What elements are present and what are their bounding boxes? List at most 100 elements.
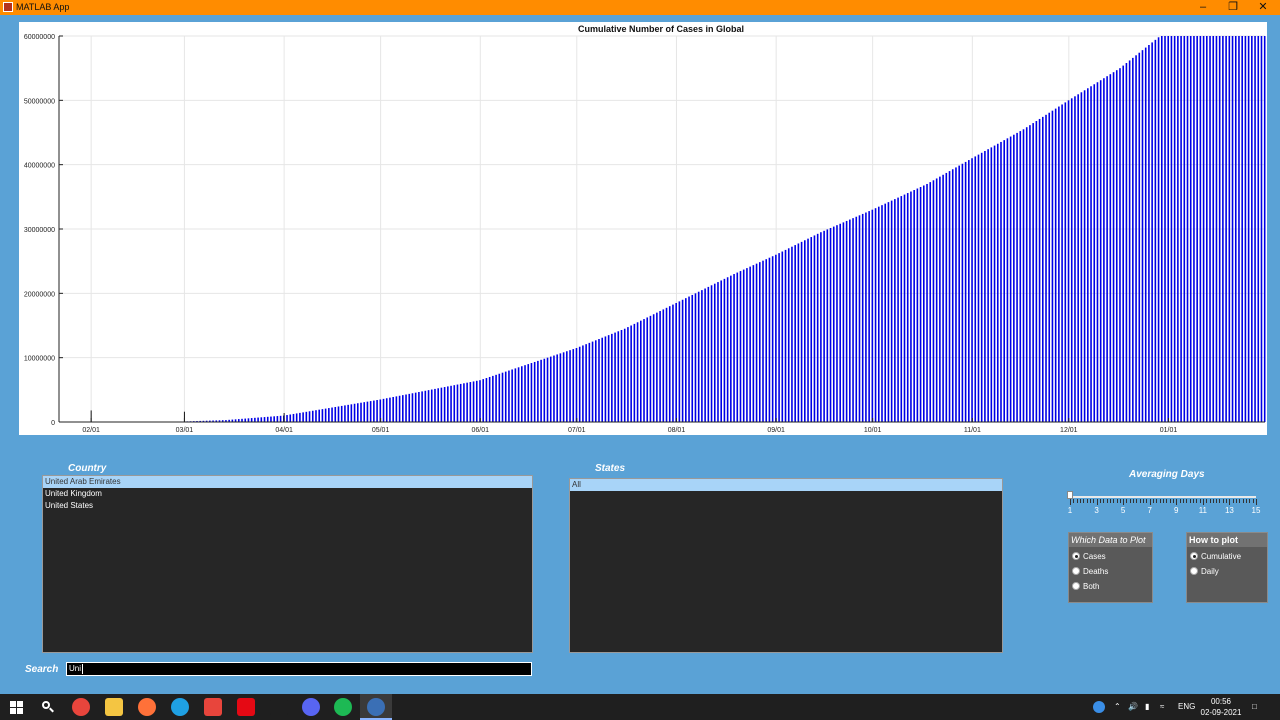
- radio-button[interactable]: [1190, 566, 1198, 575]
- which-data-option-cases[interactable]: Cases: [1069, 549, 1152, 564]
- chart-bar: [1202, 36, 1205, 422]
- slider-tick-label: 5: [1120, 506, 1126, 515]
- app-icon[interactable]: [204, 698, 222, 716]
- chart-bar: [594, 340, 597, 422]
- slider-thumb[interactable]: [1067, 491, 1073, 499]
- chart-bar: [688, 296, 690, 422]
- chart-bar: [781, 251, 784, 422]
- chart-bar: [356, 403, 359, 422]
- chart-bar: [434, 388, 436, 422]
- how-to-plot-title: How to plot: [1187, 533, 1267, 547]
- chart-bar: [643, 319, 645, 422]
- chart-bar: [733, 274, 735, 422]
- slider-tick: [1079, 499, 1081, 503]
- radio-button[interactable]: [1072, 581, 1080, 590]
- chart-bar: [948, 171, 951, 422]
- chart-bar: [389, 397, 391, 422]
- how-to-plot-option-daily[interactable]: Daily: [1187, 564, 1267, 579]
- chart-bar: [810, 237, 813, 422]
- chart-bar: [971, 158, 973, 422]
- firefox-icon[interactable]: [138, 698, 156, 716]
- radio-button[interactable]: [1190, 551, 1198, 560]
- chart-bar: [1077, 94, 1079, 422]
- radio-button[interactable]: [1072, 566, 1080, 575]
- country-list-item[interactable]: United States: [43, 500, 532, 512]
- country-list-item[interactable]: United Kingdom: [43, 488, 532, 500]
- clock[interactable]: 00:56 02-09-2021: [1200, 696, 1242, 718]
- radio-button[interactable]: [1072, 551, 1080, 560]
- chart-bar: [1183, 36, 1186, 422]
- language-indicator[interactable]: ENG: [1178, 694, 1195, 720]
- slider-tick: [1186, 499, 1188, 503]
- how-to-plot-option-cumulative[interactable]: Cumulative: [1187, 549, 1267, 564]
- windows-start-icon[interactable]: [8, 698, 26, 716]
- prime-video-icon[interactable]: [270, 698, 288, 716]
- wifi-icon[interactable]: ≈: [1160, 694, 1164, 720]
- slider-tick: [1189, 499, 1191, 503]
- chart-bar: [1054, 108, 1057, 422]
- averaging-days-slider[interactable]: 1 3 5 7 9 11 13 15: [1064, 486, 1264, 518]
- chart-bar: [861, 213, 864, 422]
- file-explorer-icon[interactable]: [105, 698, 123, 716]
- chart-bar: [813, 235, 816, 422]
- chart-bar: [884, 203, 887, 422]
- chart-bar: [839, 223, 841, 422]
- chart-bar: [656, 312, 658, 422]
- chart-bar: [530, 363, 533, 422]
- discord-icon[interactable]: [302, 698, 320, 716]
- which-data-option-deaths[interactable]: Deaths: [1069, 564, 1152, 579]
- chart-bar: [996, 143, 999, 422]
- chart-bar: [668, 306, 671, 422]
- matlab-icon[interactable]: [367, 698, 385, 716]
- edge-icon[interactable]: [171, 698, 189, 716]
- chart-bar: [672, 304, 674, 422]
- notifications-icon[interactable]: □: [1252, 694, 1257, 720]
- netflix-icon[interactable]: [237, 698, 255, 716]
- x-tick-label: 05/01: [372, 427, 390, 434]
- country-list-item[interactable]: United Arab Emirates: [43, 476, 532, 488]
- chart-bar: [1080, 92, 1083, 423]
- chart-bar: [482, 379, 485, 422]
- chart-bar: [1070, 98, 1073, 423]
- chart-bar: [974, 156, 977, 423]
- slider-ticks: [1070, 499, 1257, 505]
- chart-bar: [408, 393, 411, 422]
- search-input[interactable]: Uni: [66, 662, 532, 676]
- battery-icon[interactable]: ▮: [1145, 694, 1149, 720]
- spotify-icon[interactable]: [334, 698, 352, 716]
- states-listbox[interactable]: All: [569, 478, 1003, 653]
- chart-bar: [710, 285, 713, 422]
- chart-bar: [665, 307, 668, 422]
- which-data-option-both[interactable]: Both: [1069, 579, 1152, 594]
- chart-bar: [475, 380, 478, 422]
- radio-label: Deaths: [1083, 567, 1109, 576]
- chart-bar: [816, 233, 819, 422]
- y-tick-label: 0: [51, 420, 55, 427]
- minimize-button[interactable]: –: [1188, 0, 1218, 15]
- chrome-icon[interactable]: [72, 698, 90, 716]
- help-icon[interactable]: [1093, 694, 1107, 720]
- slider-tick: [1149, 499, 1151, 505]
- chart-bar: [1019, 131, 1022, 422]
- slider-tick: [1172, 499, 1174, 503]
- chevron-up-icon[interactable]: ⌃: [1114, 694, 1121, 720]
- chart-bar: [1215, 36, 1218, 422]
- how-to-plot-group: How to plot Cumulative Daily: [1186, 532, 1268, 603]
- search-label: Search: [25, 664, 59, 675]
- chart-bar: [784, 249, 787, 422]
- chart-bar: [977, 154, 980, 423]
- search-icon[interactable]: [39, 698, 57, 716]
- slider-track[interactable]: [1070, 496, 1256, 498]
- country-listbox[interactable]: United Arab Emirates United Kingdom United…: [42, 475, 533, 653]
- close-button[interactable]: ✕: [1248, 0, 1278, 15]
- chart-bar: [392, 396, 394, 422]
- chart-bar: [1154, 39, 1157, 423]
- chart-bar: [302, 412, 304, 422]
- chart-bar: [601, 337, 604, 422]
- states-list-item[interactable]: All: [570, 479, 1002, 491]
- chart-bar: [504, 371, 507, 422]
- chart-bar: [1051, 110, 1054, 423]
- maximize-button[interactable]: ❐: [1218, 0, 1248, 15]
- volume-icon[interactable]: 🔊: [1128, 694, 1138, 720]
- chart-bar: [247, 418, 250, 422]
